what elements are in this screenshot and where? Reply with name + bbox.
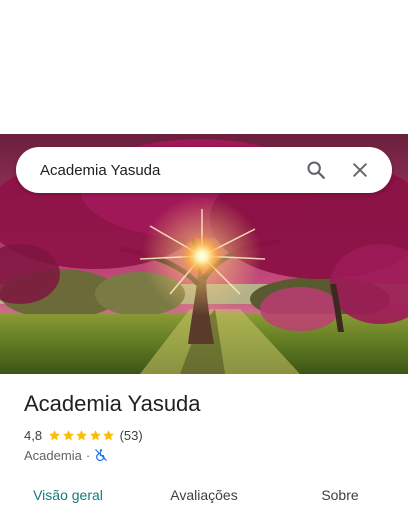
search-input[interactable]: Academia Yasuda [40, 162, 294, 179]
separator-dot: · [85, 447, 91, 463]
search-button[interactable] [294, 148, 338, 192]
search-bar[interactable]: Academia Yasuda [16, 147, 392, 193]
search-icon [307, 161, 325, 179]
category-row: Academia · [24, 446, 108, 464]
place-tabs: Visão geral Avaliações Sobre [0, 476, 408, 508]
tab-reviews[interactable]: Avaliações [136, 476, 272, 508]
tab-overview[interactable]: Visão geral [0, 476, 136, 508]
star-rating [48, 429, 116, 442]
tab-about[interactable]: Sobre [272, 476, 408, 508]
rating-value: 4,8 [24, 427, 43, 443]
place-category[interactable]: Academia [24, 448, 82, 463]
star-icon [76, 429, 87, 440]
star-icon [103, 429, 114, 440]
clear-search-button[interactable] [338, 148, 382, 192]
star-icon [62, 429, 74, 440]
no-wheelchair-icon[interactable] [94, 448, 108, 462]
star-icon [89, 429, 101, 440]
place-title: Academia Yasuda [24, 391, 201, 416]
star-icon [49, 429, 60, 440]
close-icon [353, 163, 367, 177]
rating-row[interactable]: 4,8 (53) [24, 426, 143, 444]
review-count[interactable]: (53) [120, 428, 143, 443]
